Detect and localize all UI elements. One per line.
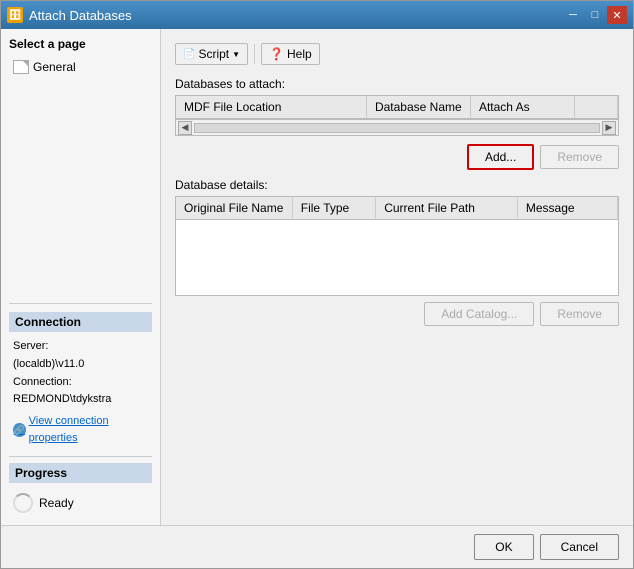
progress-section: Progress Ready: [9, 456, 152, 517]
col-dbname-header: Database Name: [367, 96, 471, 118]
add-remove-row: Add... Remove: [175, 144, 619, 170]
server-value: (localdb)\v11.0: [13, 356, 148, 374]
details-buttons-row: Add Catalog... Remove: [175, 302, 619, 326]
script-button[interactable]: 📄 Script ▼: [175, 43, 248, 65]
sidebar: Select a page General Connection Server:…: [1, 29, 161, 525]
title-bar-left: 🗄 Attach Databases: [7, 7, 132, 23]
databases-table-header: MDF File Location Database Name Attach A…: [176, 96, 618, 119]
help-label: Help: [287, 47, 312, 61]
window-icon: 🗄: [7, 7, 23, 23]
sidebar-item-general[interactable]: General: [9, 57, 152, 77]
databases-label: Databases to attach:: [175, 77, 619, 91]
script-icon: 📄: [183, 49, 195, 60]
databases-table: MDF File Location Database Name Attach A…: [175, 95, 619, 136]
col-message-header: Message: [518, 197, 618, 219]
connection-label: Connection:: [13, 374, 148, 392]
details-section: Database details: Original File Name Fil…: [175, 178, 619, 326]
horizontal-scrollbar[interactable]: ◀ ▶: [176, 119, 618, 135]
details-label: Database details:: [175, 178, 619, 192]
col-origname-header: Original File Name: [176, 197, 293, 219]
remove-details-button[interactable]: Remove: [540, 302, 619, 326]
view-connection-label: View connection properties: [29, 413, 148, 448]
databases-section: Databases to attach: MDF File Location D…: [175, 77, 619, 136]
maximize-button[interactable]: □: [585, 6, 605, 24]
remove-databases-button[interactable]: Remove: [540, 145, 619, 169]
col-currpath-header: Current File Path: [376, 197, 518, 219]
details-table-body[interactable]: [176, 220, 618, 290]
progress-status: Ready: [39, 496, 74, 510]
help-button[interactable]: ❓ Help: [261, 43, 320, 65]
title-controls: ─ □ ✕: [563, 6, 627, 24]
script-label: Script: [198, 47, 229, 61]
window-body: Select a page General Connection Server:…: [1, 29, 633, 525]
view-connection-link[interactable]: 🔗 View connection properties: [13, 413, 148, 448]
server-label: Server:: [13, 338, 148, 356]
right-arrow-icon: ▶: [606, 122, 613, 133]
add-button[interactable]: Add...: [467, 144, 534, 170]
minimize-button[interactable]: ─: [563, 6, 583, 24]
scroll-right-arrow[interactable]: ▶: [602, 121, 616, 135]
help-icon: ❓: [269, 47, 284, 61]
scroll-track[interactable]: [194, 123, 600, 133]
window-title: Attach Databases: [29, 8, 132, 23]
toolbar: 📄 Script ▼ ❓ Help: [175, 39, 619, 69]
col-mdf-header: MDF File Location: [176, 96, 367, 118]
progress-spinner: [13, 493, 33, 513]
main-window: 🗄 Attach Databases ─ □ ✕ Select a page G…: [0, 0, 634, 569]
details-table: Original File Name File Type Current Fil…: [175, 196, 619, 296]
connection-header: Connection: [9, 312, 152, 332]
dropdown-arrow: ▼: [232, 50, 240, 59]
add-catalog-button[interactable]: Add Catalog...: [424, 302, 534, 326]
cancel-button[interactable]: Cancel: [540, 534, 619, 560]
details-table-header: Original File Name File Type Current Fil…: [176, 197, 618, 220]
footer-bar: OK Cancel: [1, 525, 633, 568]
select-page-label: Select a page: [9, 37, 152, 51]
col-filetype-header: File Type: [293, 197, 376, 219]
main-content: 📄 Script ▼ ❓ Help Databases to attach: M…: [161, 29, 633, 525]
link-icon: 🔗: [13, 423, 26, 437]
progress-header: Progress: [9, 463, 152, 483]
connection-section: Connection Server: (localdb)\v11.0 Conne…: [9, 303, 152, 448]
progress-content: Ready: [9, 489, 152, 517]
toolbar-divider: [254, 44, 255, 64]
close-button[interactable]: ✕: [607, 6, 627, 24]
title-bar: 🗄 Attach Databases ─ □ ✕: [1, 1, 633, 29]
page-icon: [13, 60, 29, 74]
sidebar-general-label: General: [33, 60, 76, 74]
col-attachas-header: Attach As: [471, 96, 575, 118]
ok-button[interactable]: OK: [474, 534, 533, 560]
connection-value: REDMOND\tdykstra: [13, 391, 148, 409]
col-extra-header: [575, 96, 618, 118]
connection-info: Server: (localdb)\v11.0 Connection: REDM…: [9, 338, 152, 448]
left-arrow-icon: ◀: [182, 122, 189, 133]
scroll-left-arrow[interactable]: ◀: [178, 121, 192, 135]
